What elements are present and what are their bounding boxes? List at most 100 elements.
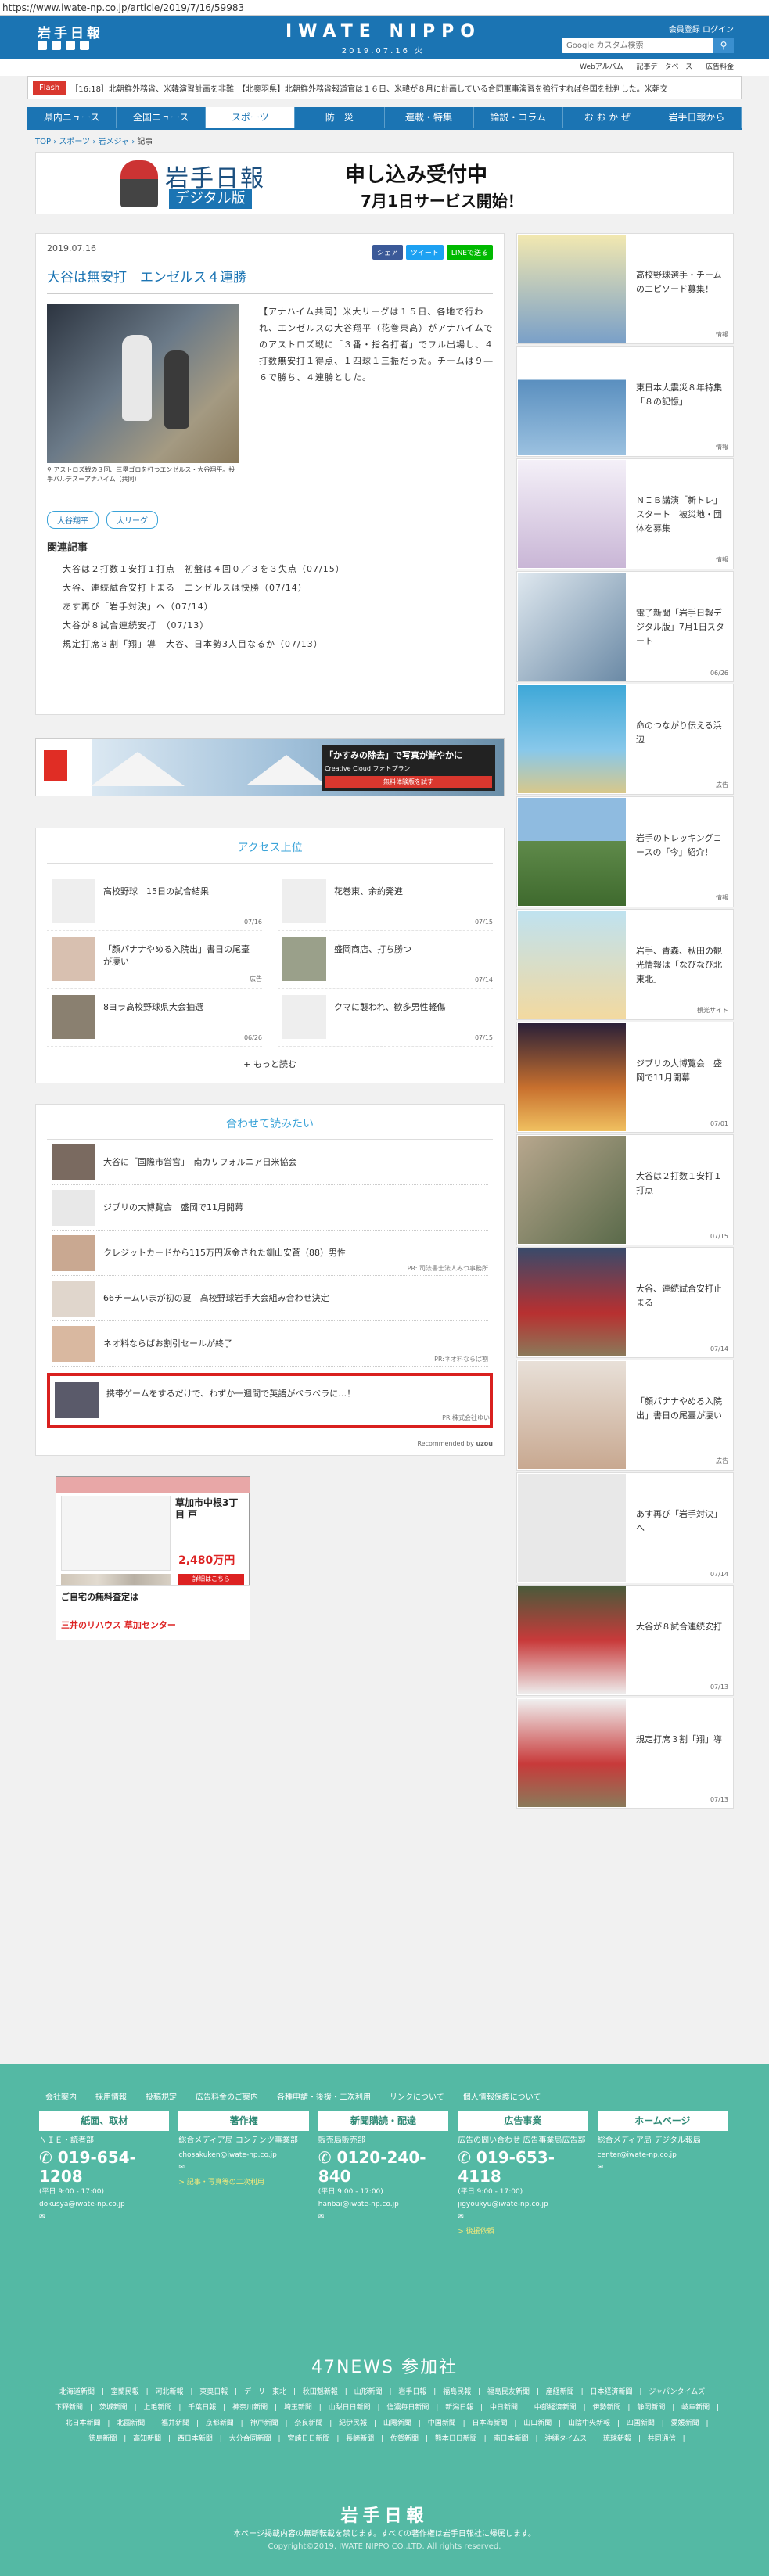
- side-item[interactable]: 東日本大震災８年特集「８の記憶」 情報: [516, 346, 734, 457]
- partner-paper-link[interactable]: 上毛新聞: [144, 2404, 172, 2412]
- partner-paper-link[interactable]: 山口新聞: [523, 2420, 552, 2427]
- mail-icon[interactable]: ✉: [598, 2164, 728, 2172]
- mail-icon[interactable]: ✉: [39, 2213, 169, 2221]
- partner-paper-link[interactable]: 福島民報: [443, 2388, 471, 2396]
- partner-paper-link[interactable]: 茨城新聞: [99, 2404, 128, 2412]
- partner-paper-link[interactable]: 共同通信: [648, 2435, 676, 2443]
- partner-paper-link[interactable]: 東奥日報: [199, 2388, 228, 2396]
- partner-paper-link[interactable]: 中国新聞: [428, 2420, 456, 2427]
- partner-paper-link[interactable]: 伊勢新聞: [593, 2404, 621, 2412]
- phone-number[interactable]: ✆ 0120-240-840: [318, 2148, 448, 2186]
- side-item[interactable]: 高校野球選手・チームのエピソード募集！ 情報: [516, 233, 734, 344]
- partner-paper-link[interactable]: 佐賀新聞: [390, 2435, 419, 2443]
- house-ad-button[interactable]: 詳細はこちら: [178, 1574, 244, 1585]
- side-item[interactable]: 「顔パナナやめる入院出」書日の尾臺が凄い 広告: [516, 1360, 734, 1471]
- reco-item[interactable]: ネオ料ならばお割引セールが終了 PR:ネオ料ならば割: [52, 1321, 488, 1367]
- partner-paper-link[interactable]: 北國新聞: [117, 2420, 145, 2427]
- footer-link[interactable]: 投稿規定: [146, 2090, 177, 2102]
- partner-paper-link[interactable]: 日本経済新聞: [591, 2388, 633, 2396]
- partner-paper-link[interactable]: 中日新聞: [490, 2404, 518, 2412]
- contact-mail[interactable]: center@iwate-np.co.jp: [598, 2151, 728, 2159]
- tag-mlb[interactable]: 大リーグ: [106, 511, 158, 529]
- mail-icon[interactable]: [80, 41, 89, 50]
- footer-logo[interactable]: 岩手日報: [0, 2502, 769, 2527]
- contact-mail[interactable]: chosakuken@iwate-np.co.jp: [178, 2151, 308, 2159]
- related-item[interactable]: あす再び「岩手対決」へ（07/14）: [47, 598, 493, 616]
- contact-link[interactable]: > 後援依頼: [458, 2226, 588, 2236]
- footer-link[interactable]: 採用情報: [95, 2090, 127, 2102]
- more-button[interactable]: + もっと読む: [47, 1058, 493, 1070]
- side-item[interactable]: 規定打席３割「翔」導 07/13: [516, 1698, 734, 1809]
- access-item[interactable]: 「顔パナナやめる入院出」書日の尾臺が凄い 広告: [47, 931, 262, 989]
- partner-paper-link[interactable]: 中部経済新聞: [534, 2404, 577, 2412]
- article-photo[interactable]: [47, 304, 239, 463]
- crumb-major[interactable]: 岩メジャ: [99, 138, 130, 146]
- tweet-button[interactable]: ツイート: [405, 245, 444, 260]
- tag-ohtani[interactable]: 大谷翔平: [47, 511, 99, 529]
- footer-link[interactable]: リンクについて: [390, 2090, 444, 2102]
- partner-paper-link[interactable]: 北海道新聞: [59, 2388, 95, 2396]
- sublink-adrates[interactable]: 広告料金: [706, 63, 734, 71]
- partner-paper-link[interactable]: 岐阜新聞: [681, 2404, 710, 2412]
- partner-paper-link[interactable]: 高知新聞: [133, 2435, 161, 2443]
- partner-paper-link[interactable]: 長崎新聞: [346, 2435, 374, 2443]
- partner-paper-link[interactable]: 山陰中央新報: [568, 2420, 610, 2427]
- partner-paper-link[interactable]: 徳島新聞: [88, 2435, 117, 2443]
- facebook-icon[interactable]: [52, 41, 61, 50]
- side-item[interactable]: 大谷は２打数１安打１打点 07/15: [516, 1134, 734, 1245]
- mail-icon[interactable]: ✉: [458, 2213, 588, 2221]
- crumb-sports[interactable]: スポーツ: [59, 138, 90, 146]
- contact-mail[interactable]: hanbai@iwate-np.co.jp: [318, 2201, 448, 2208]
- facebook-share-button[interactable]: シェア: [372, 245, 403, 260]
- phone-number[interactable]: ✆ 019-654-1208: [39, 2148, 169, 2186]
- phone-number[interactable]: ✆ 019-653-4118: [458, 2148, 588, 2186]
- reco-item[interactable]: 66チームいまが初の夏 高校野球岩手大会組み合わせ決定: [52, 1276, 488, 1321]
- mail-icon[interactable]: ✉: [178, 2164, 308, 2172]
- related-item[interactable]: 大谷は２打数１安打１打点 初盤は４回０／３を３失点（07/15）: [47, 560, 493, 579]
- partner-paper-link[interactable]: 福井新聞: [161, 2420, 189, 2427]
- partner-paper-link[interactable]: 奈良新聞: [294, 2420, 322, 2427]
- partner-paper-link[interactable]: 山梨日日新聞: [329, 2404, 371, 2412]
- twitter-icon[interactable]: [38, 41, 47, 50]
- reco-item-highlighted[interactable]: 携帯ゲームをするだけで、わずか一週間で英語がペラペラに…！ PR:株式会社ゆい: [47, 1373, 493, 1428]
- partner-paper-link[interactable]: 室蘭民報: [111, 2388, 139, 2396]
- partner-paper-link[interactable]: 琉球新報: [603, 2435, 631, 2443]
- partner-paper-link[interactable]: 秋田魁新報: [303, 2388, 338, 2396]
- flash-text[interactable]: ［16:18］北朝鮮外務省、米韓演習計画を非難 【北奥羽県】北朝鮮外務省報道官は…: [70, 82, 668, 94]
- digital-banner-ad[interactable]: 岩手日報 デジタル版 申し込み受付中 7月1日サービス開始！: [35, 152, 734, 214]
- side-item[interactable]: ＮＩＢ講演「新トレ」スタート 被災地・団体を募集 情報: [516, 458, 734, 569]
- side-item[interactable]: 大谷が８試合連続安打 07/13: [516, 1585, 734, 1696]
- member-links[interactable]: 会員登録 ログイン: [669, 23, 734, 34]
- house-ad[interactable]: 草加市中根3丁目 戸 2,480万円 詳細はこちら ご自宅の無料査定は 三井のリ…: [56, 1476, 250, 1640]
- url-bar[interactable]: https://www.iwate-np.co.jp/article/2019/…: [0, 0, 769, 16]
- nav-column[interactable]: 論説・コラム: [474, 107, 563, 128]
- partner-paper-link[interactable]: 西日本新聞: [178, 2435, 213, 2443]
- partner-paper-link[interactable]: 宮崎日日新聞: [287, 2435, 329, 2443]
- partner-paper-link[interactable]: 埼玉新聞: [284, 2404, 312, 2412]
- partner-paper-link[interactable]: 紀伊民報: [339, 2420, 367, 2427]
- nav-local[interactable]: 県内ニュース: [27, 107, 117, 128]
- adobe-ad-button[interactable]: 無料体験版を試す: [325, 776, 492, 788]
- side-item[interactable]: 大谷、連続試合安打止まる 07/14: [516, 1247, 734, 1358]
- partner-paper-link[interactable]: 熊本日日新聞: [435, 2435, 477, 2443]
- sublink-album[interactable]: Webアルバム: [580, 63, 623, 71]
- crumb-top[interactable]: TOP: [35, 138, 51, 146]
- nav-national[interactable]: 全国ニュース: [117, 107, 207, 128]
- reco-item[interactable]: クレジットカードから115万円返金された釧山安蒼（88）男性 PR: 司法書士法人…: [52, 1231, 488, 1276]
- related-item[interactable]: 規定打席３割「翔」導 大谷、日本勢3人目なるか（07/13）: [47, 635, 493, 654]
- partner-paper-link[interactable]: 南日本新聞: [494, 2435, 529, 2443]
- partner-paper-link[interactable]: 下野新聞: [55, 2404, 83, 2412]
- side-item[interactable]: 電子新聞「岩手日報デジタル版」7月1日スタート 06/26: [516, 571, 734, 682]
- brand-title[interactable]: IWATE NIPPO: [282, 22, 485, 41]
- footer-link[interactable]: 個人情報保護について: [463, 2090, 541, 2102]
- reco-item[interactable]: 大谷に「国際市営宮」 南カリフォルニア日米協会: [52, 1140, 488, 1185]
- uzou-logo-icon[interactable]: uzou: [476, 1440, 493, 1447]
- side-item[interactable]: 岩手のトレッキングコースの「今」紹介！ 情報: [516, 796, 734, 907]
- side-item[interactable]: ジブリの大博覧会 盛岡で11月開幕 07/01: [516, 1022, 734, 1133]
- footer-link[interactable]: 広告料金のご案内: [196, 2090, 258, 2102]
- access-item[interactable]: 高校野球 15日の試合結果 07/16: [47, 873, 262, 931]
- site-logo[interactable]: 岩手日報: [38, 22, 103, 41]
- line-share-button[interactable]: LINEで送る: [446, 245, 493, 260]
- nav-from-nippo[interactable]: 岩手日報から: [652, 107, 742, 128]
- partner-paper-link[interactable]: 産経新聞: [546, 2388, 574, 2396]
